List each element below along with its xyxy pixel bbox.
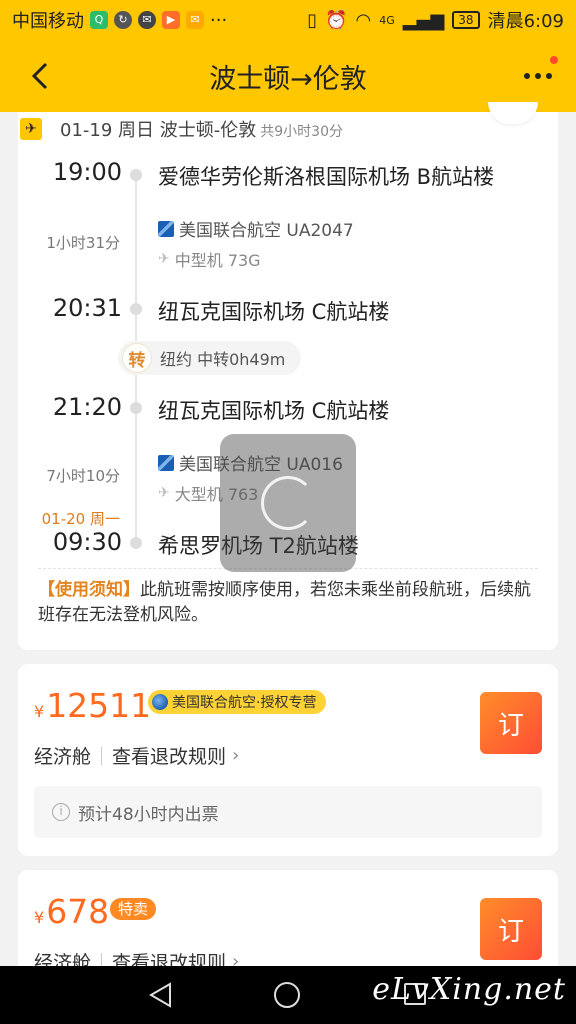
- united-airlines-logo-icon: [152, 694, 168, 710]
- carrier-label: 中国移动: [12, 11, 84, 32]
- loading-spinner-icon: [261, 476, 315, 530]
- clock-label: 清晨6:09: [487, 11, 564, 32]
- segment-duration: 1小时31分: [46, 234, 120, 252]
- collapse-handle[interactable]: [488, 102, 538, 124]
- mail-icon: ✉: [186, 11, 204, 29]
- divider: [101, 746, 103, 765]
- cabin-row: 经济舱 查看退改规则 ›: [34, 742, 239, 769]
- segment-aircraft: ✈ 中型机 73G: [158, 247, 261, 271]
- back-button[interactable]: [22, 58, 58, 94]
- battery-icon: 38: [452, 11, 480, 29]
- vibrate-icon: ▯: [307, 9, 318, 31]
- cabin-class: 经济舱: [34, 746, 92, 768]
- more-dots-icon: [524, 73, 530, 79]
- book-button[interactable]: 订: [480, 898, 542, 960]
- app-notification-icon: Q: [90, 11, 108, 29]
- united-airlines-logo-icon: [158, 454, 174, 471]
- network-type-label: 4G: [379, 13, 395, 27]
- notice-label: 【使用须知】: [38, 580, 140, 600]
- alarm-icon: ⏰: [325, 9, 348, 31]
- transfer-icon: 转: [122, 343, 152, 373]
- nav-back-icon[interactable]: [148, 982, 172, 1008]
- info-icon: i: [52, 803, 70, 821]
- timeline-dot: [130, 537, 142, 549]
- plane-icon: ✈: [20, 118, 42, 140]
- book-button[interactable]: 订: [480, 692, 542, 754]
- chevron-right-icon: ›: [232, 745, 240, 766]
- special-offer-badge: 特卖: [110, 898, 157, 920]
- ticketing-text: 预计48小时内出票: [78, 804, 219, 825]
- notification-dot: [550, 56, 558, 64]
- currency-symbol: ¥: [34, 702, 45, 721]
- message-icon: ✉: [138, 11, 156, 29]
- refund-rules-link[interactable]: 查看退改规则: [112, 742, 226, 769]
- departure-airport: 爱德华劳伦斯洛根国际机场 B航站楼: [158, 165, 495, 189]
- timeline-dot: [130, 169, 142, 181]
- usage-notice: 【使用须知】此航班需按顺序使用，若您未乘坐前段航班，后续航班存在无法登机风险。: [38, 578, 542, 628]
- fare-price: ¥12511: [34, 686, 151, 725]
- price-value: 678: [46, 892, 110, 931]
- authorized-seller-badge: 美国联合航空·授权专营: [148, 690, 327, 714]
- badge-label: 美国联合航空·授权专营: [172, 695, 317, 711]
- departure-time: 19:00: [52, 158, 122, 186]
- more-notifications-icon: ···: [210, 9, 228, 31]
- departure-time: 21:20: [52, 393, 122, 421]
- more-dot: [535, 73, 541, 79]
- segment-airline: 美国联合航空 UA2047: [158, 216, 354, 241]
- wifi-icon: ◠: [355, 9, 372, 31]
- signal-icon: ▂▄▆: [402, 9, 445, 31]
- itinerary-date-route: 01-19 周日 波士顿-伦敦: [60, 120, 257, 141]
- nav-home-icon[interactable]: [274, 982, 300, 1008]
- arrival-date: 01-20 周一: [41, 510, 120, 528]
- segment-duration: 7小时10分: [46, 467, 120, 485]
- united-airlines-logo-icon: [158, 220, 174, 237]
- timeline-dot: [130, 303, 142, 315]
- arrival-time: 09:30: [52, 528, 122, 556]
- price-value: 12511: [46, 686, 152, 725]
- system-nav-bar: eLvXing.net: [0, 966, 576, 1024]
- fare-price: ¥678: [34, 892, 109, 931]
- status-bar: 中国移动 Q ↻ ✉ ▶ ✉ ··· ▯ ⏰ ◠ 4G ▂▄▆ 38 清晨6:0…: [0, 0, 576, 40]
- sync-icon: ↻: [114, 11, 132, 29]
- arrival-airport: 纽瓦克国际机场 C航站楼: [158, 300, 390, 324]
- aircraft-icon: ✈: [158, 485, 170, 501]
- departure-airport: 纽瓦克国际机场 C航站楼: [158, 399, 390, 423]
- page-title: 波士顿→伦敦: [209, 63, 367, 95]
- currency-symbol: ¥: [34, 908, 45, 927]
- airline-flight-label: 美国联合航空 UA2047: [179, 221, 354, 241]
- chevron-left-icon: [31, 62, 48, 90]
- total-duration: 共9小时30分: [260, 124, 343, 140]
- aircraft-icon: ✈: [158, 251, 170, 267]
- ticketing-info: i 预计48小时内出票: [34, 786, 542, 838]
- transfer-info: 转 纽约 中转0h49m: [118, 341, 302, 375]
- more-options-button[interactable]: [520, 56, 558, 90]
- fare-card[interactable]: ¥12511 美国联合航空·授权专营 经济舱 查看退改规则 › 订 i 预计48…: [18, 664, 558, 856]
- transfer-text: 纽约 中转0h49m: [160, 350, 286, 369]
- aircraft-label: 中型机 73G: [174, 251, 261, 270]
- loading-overlay: [220, 434, 356, 572]
- watermark: eLvXing.net: [372, 972, 566, 1007]
- arrival-time: 20:31: [52, 294, 122, 322]
- itinerary-summary: 01-19 周日 波士顿-伦敦 共9小时30分: [60, 116, 343, 142]
- video-app-icon: ▶: [162, 11, 180, 29]
- more-dot: [546, 73, 552, 79]
- timeline-dot: [130, 402, 142, 414]
